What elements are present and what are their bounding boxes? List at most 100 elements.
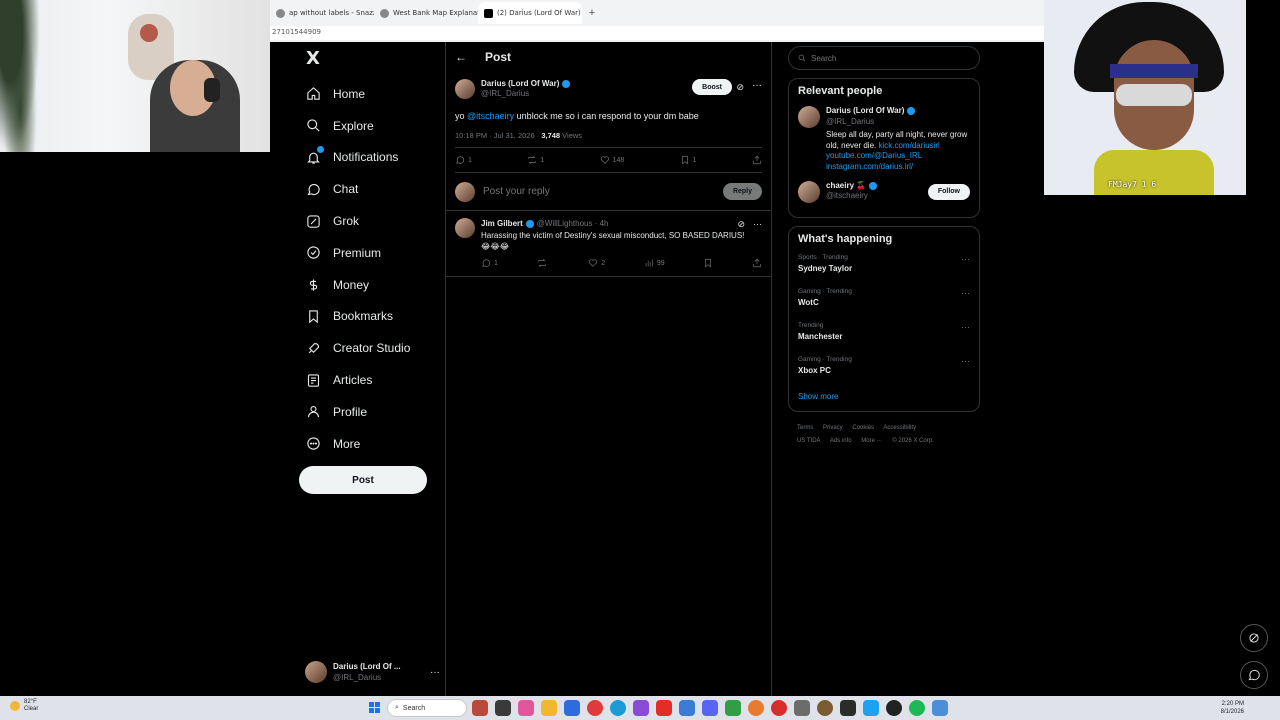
sidebar-item-money[interactable]: Money	[299, 269, 439, 301]
more-icon[interactable]: ···	[961, 254, 970, 264]
app-icon[interactable]	[564, 700, 580, 716]
app-icon[interactable]	[518, 700, 534, 716]
sidebar-item-notifications[interactable]: Notifications	[299, 142, 439, 174]
reply-input[interactable]	[483, 186, 715, 197]
post-timestamp[interactable]: 10:18 PM · Jul 31, 2026 ·	[455, 131, 541, 140]
boost-button[interactable]: Boost	[692, 79, 732, 95]
reply-button[interactable]: Reply	[722, 183, 762, 200]
mention-link[interactable]: @itschaeiry	[467, 111, 514, 121]
search-box[interactable]	[788, 46, 980, 70]
more-icon[interactable]: ···	[961, 356, 970, 366]
opera-icon[interactable]	[587, 700, 603, 716]
chat-float-button[interactable]	[1240, 661, 1268, 689]
app-icon[interactable]	[472, 700, 488, 716]
weather-widget[interactable]: 82°F Clear	[10, 699, 38, 713]
youtube-icon[interactable]	[656, 700, 672, 716]
sidebar-item-premium[interactable]: Premium	[299, 237, 439, 269]
trend-item[interactable]: Gaming · Trending WotC ···	[798, 288, 970, 322]
app-icon[interactable]	[840, 700, 856, 716]
x-logo-icon[interactable]: X	[299, 46, 327, 70]
footer-link[interactable]: Privacy	[823, 425, 843, 431]
sidebar-item-explore[interactable]: Explore	[299, 110, 439, 142]
address-bar[interactable]: 27101544909	[270, 26, 1044, 40]
folder-icon[interactable]	[541, 700, 557, 716]
share-action[interactable]	[752, 258, 762, 268]
windows-start-icon[interactable]	[369, 702, 380, 713]
person-card[interactable]: Darius (Lord Of War) @IRL_Darius Sleep a…	[798, 106, 970, 173]
reply-action[interactable]: 1	[481, 258, 498, 268]
footer-link[interactable]: Cookies	[852, 425, 874, 431]
app-icon[interactable]	[771, 700, 787, 716]
footer-link[interactable]: More ···	[861, 438, 882, 444]
app-icon[interactable]	[886, 700, 902, 716]
reply-action[interactable]: 1	[455, 155, 472, 165]
more-icon[interactable]: ···	[753, 219, 762, 230]
avatar[interactable]	[455, 218, 475, 238]
discord-icon[interactable]	[702, 700, 718, 716]
back-arrow-icon[interactable]: ←	[455, 50, 467, 64]
app-icon[interactable]	[679, 700, 695, 716]
new-tab-button[interactable]: +	[582, 2, 602, 24]
share-action[interactable]	[752, 155, 762, 165]
taskbar-search[interactable]: ⌕ Search	[387, 699, 467, 717]
app-icon[interactable]	[863, 700, 879, 716]
person-card[interactable]: chaeiry 🍒 @itschaeiry Follow	[798, 180, 970, 203]
like-action[interactable]: 2	[588, 258, 605, 268]
footer-link[interactable]: US TIDA	[797, 438, 821, 444]
bio-link[interactable]: kick.com/dariusirl	[878, 141, 939, 150]
bookmark-action[interactable]: 1	[680, 155, 697, 165]
browser-tab[interactable]: West Bank Map Explanation ✕	[374, 2, 478, 24]
taskbar-clock[interactable]: 2:20 PM 8/1/2026	[1221, 700, 1244, 716]
app-icon[interactable]	[932, 700, 948, 716]
trend-item[interactable]: Trending Manchester ···	[798, 322, 970, 356]
sidebar-item-creator-studio[interactable]: Creator Studio	[299, 332, 439, 364]
bio-link[interactable]: instagram.com/darius.irl/	[826, 162, 913, 171]
search-input[interactable]	[811, 53, 961, 63]
reply-author-handle[interactable]: @WillLighthous · 4h	[537, 218, 609, 229]
like-action[interactable]: 148	[600, 155, 624, 165]
author-handle[interactable]: @IRL_Darius	[481, 89, 570, 99]
edge-icon[interactable]	[610, 700, 626, 716]
sidebar-item-home[interactable]: Home	[299, 78, 439, 110]
footer-link[interactable]: Ads info	[830, 438, 852, 444]
grok-float-button[interactable]	[1240, 624, 1268, 652]
trend-item[interactable]: Gaming · Trending Xbox PC ···	[798, 356, 970, 390]
bio-link[interactable]: youtube.com/@Darius_IRL	[826, 151, 922, 160]
person-name[interactable]: chaeiry 🍒	[826, 181, 866, 192]
grok-icon[interactable]: ⊘	[736, 82, 744, 93]
grok-icon[interactable]: ⊘	[737, 219, 745, 230]
footer-link[interactable]: Terms	[797, 425, 813, 431]
sidebar-item-profile[interactable]: Profile	[299, 396, 439, 428]
footer-link[interactable]: Accessibility	[883, 425, 916, 431]
avatar[interactable]	[798, 180, 820, 203]
avatar[interactable]	[455, 79, 475, 99]
trend-item[interactable]: Sports · Trending Sydney Taylor ···	[798, 254, 970, 288]
sidebar-item-articles[interactable]: Articles	[299, 364, 439, 396]
account-switcher[interactable]: Darius (Lord Of ... @IRL_Darius ···	[305, 660, 440, 684]
app-icon[interactable]	[794, 700, 810, 716]
sidebar-item-grok[interactable]: Grok	[299, 205, 439, 237]
more-icon[interactable]: ···	[961, 322, 970, 332]
avatar[interactable]	[798, 106, 820, 128]
views-action[interactable]: 99	[644, 258, 665, 268]
sidebar-item-more[interactable]: More	[299, 428, 439, 460]
sidebar-item-bookmarks[interactable]: Bookmarks	[299, 301, 439, 333]
show-more-link[interactable]: Show more	[798, 392, 970, 401]
more-icon[interactable]: ···	[430, 667, 440, 678]
sidebar-item-chat[interactable]: Chat	[299, 173, 439, 205]
reply-post[interactable]: Jim Gilbert @WillLighthous · 4h Harassin…	[446, 211, 771, 277]
bookmark-action[interactable]	[703, 258, 713, 268]
browser-tab[interactable]: ap without labels - Snazzy M ✕	[270, 2, 374, 24]
app-icon[interactable]	[495, 700, 511, 716]
post-button[interactable]: Post	[299, 466, 427, 494]
repost-action[interactable]	[537, 258, 550, 268]
app-icon[interactable]	[817, 700, 833, 716]
repost-action[interactable]: 1	[527, 155, 544, 165]
follow-button[interactable]: Follow	[927, 183, 970, 200]
browser-tab-active[interactable]: (2) Darius (Lord Of War) on X: ' ✕	[478, 2, 582, 24]
app-icon[interactable]	[725, 700, 741, 716]
person-name[interactable]: Darius (Lord Of War)	[826, 106, 904, 117]
author-name-row[interactable]: Darius (Lord Of War)	[481, 79, 571, 89]
more-icon[interactable]: ···	[961, 288, 970, 298]
more-icon[interactable]: ···	[752, 80, 762, 91]
